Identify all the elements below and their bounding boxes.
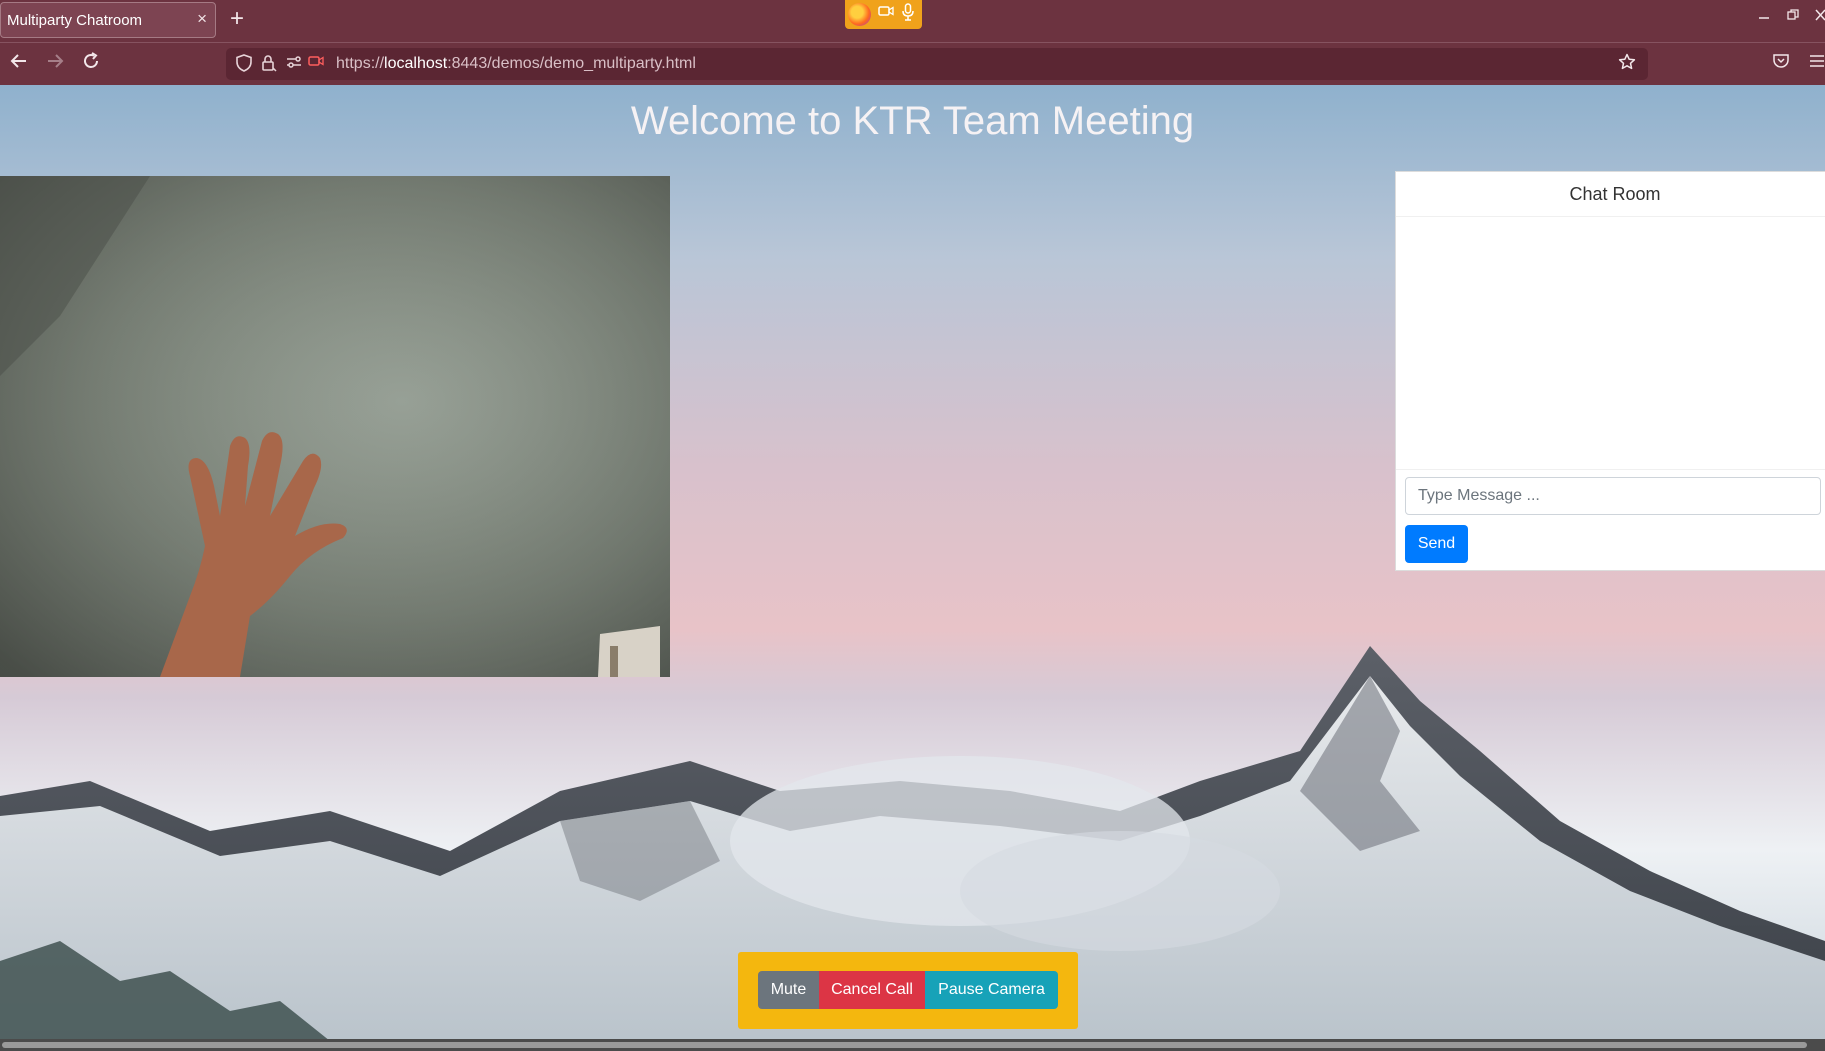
microphone-icon [901, 3, 915, 26]
restore-window-icon[interactable] [1787, 8, 1799, 25]
lock-icon[interactable] [261, 54, 277, 76]
hamburger-menu-icon[interactable] [1810, 53, 1824, 73]
close-window-icon[interactable] [1815, 8, 1825, 25]
chat-room-panel: Chat Room Send [1395, 171, 1825, 571]
browser-tab[interactable]: Multiparty Chatroom × [0, 2, 216, 38]
star-icon[interactable] [1618, 53, 1636, 76]
permissions-icon[interactable] [286, 54, 302, 74]
sharing-indicator[interactable] [845, 0, 922, 29]
tab-title: Multiparty Chatroom [7, 12, 143, 29]
local-video[interactable] [0, 176, 670, 677]
scrollbar-thumb[interactable] [2, 1042, 1807, 1048]
reload-icon[interactable] [81, 51, 101, 76]
send-button[interactable]: Send [1405, 525, 1468, 563]
shield-icon[interactable] [236, 54, 252, 76]
horizontal-scrollbar[interactable] [0, 1039, 1825, 1051]
mute-button[interactable]: Mute [758, 971, 819, 1009]
pocket-icon[interactable] [1773, 53, 1789, 74]
cancel-call-button[interactable]: Cancel Call [819, 971, 925, 1009]
camera-sharing-icon[interactable] [308, 54, 324, 72]
address-bar[interactable]: https://localhost:8443/demos/demo_multip… [226, 48, 1648, 80]
url-prefix: https:// [336, 55, 385, 72]
pause-camera-button[interactable]: Pause Camera [925, 971, 1058, 1009]
forward-arrow-icon[interactable] [45, 51, 65, 76]
tab-bar: Multiparty Chatroom × + [0, 0, 1825, 42]
camera-icon [878, 3, 894, 24]
minimize-window-icon[interactable] [1758, 8, 1770, 25]
url-text[interactable]: https://localhost:8443/demos/demo_multip… [336, 55, 696, 73]
chat-room-header: Chat Room [1396, 172, 1825, 217]
close-tab-icon[interactable]: × [197, 9, 207, 29]
url-path: :8443/demos/demo_multiparty.html [447, 55, 696, 72]
hand-video-frame [0, 176, 670, 677]
page-title: Welcome to KTR Team Meeting [630, 99, 1195, 143]
new-tab-icon[interactable]: + [230, 6, 244, 32]
message-input[interactable] [1405, 477, 1821, 515]
chat-messages-area[interactable] [1396, 217, 1825, 470]
page-content: Welcome to KTR Team Meeting Chat Room Se… [0, 85, 1825, 1041]
back-arrow-icon[interactable] [9, 51, 29, 76]
navigation-toolbar: https://localhost:8443/demos/demo_multip… [0, 42, 1825, 85]
call-controls-panel: Mute Cancel Call Pause Camera [738, 952, 1078, 1029]
firefox-logo-icon [848, 3, 871, 26]
url-host: localhost [384, 55, 448, 72]
